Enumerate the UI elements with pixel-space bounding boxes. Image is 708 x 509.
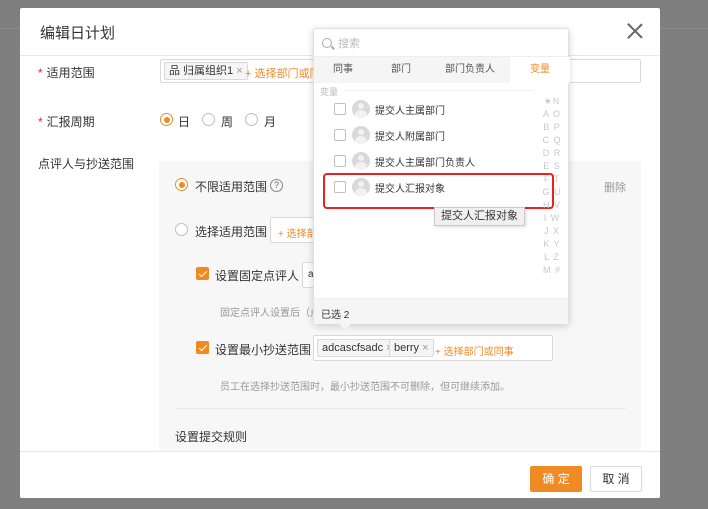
item-label: 提交人主属部门负责人 (375, 158, 475, 169)
search-input[interactable] (338, 35, 558, 53)
item-label: 提交人附属部门 (375, 132, 445, 143)
modal-footer: 确 定 取 消 (20, 451, 660, 498)
alpha-index-letter[interactable]: D R (540, 147, 564, 160)
tab-variables[interactable]: 变量 (510, 57, 570, 83)
item-label: 提交人主属部门 (375, 106, 445, 117)
alpha-index-letter[interactable]: J X (540, 225, 564, 238)
divider (175, 408, 626, 409)
scope-label-text: 适用范围 (46, 66, 95, 80)
fixed-reviewer-label: 设置固定点评人 (215, 269, 300, 283)
modal-title: 编辑日计划 (40, 25, 116, 42)
tab-departments[interactable]: 部门 (372, 57, 430, 83)
alpha-index-letter[interactable]: K Y (540, 238, 564, 251)
item-checkbox[interactable] (334, 155, 346, 167)
help-icon[interactable]: ? (270, 179, 283, 192)
select-scope-radio[interactable] (175, 223, 188, 236)
alpha-index-letter[interactable]: G U (540, 186, 564, 199)
min-cc-input[interactable]: adcascfsadc× berry× + 选择部门或同事 (313, 335, 553, 361)
highlight-box (323, 173, 554, 209)
required-mark: * (38, 66, 43, 80)
period-label-text: 汇报周期 (46, 115, 95, 129)
section-divider (344, 90, 534, 91)
unlimited-scope-label: 不限适用范围 (195, 180, 268, 194)
search-icon (322, 38, 332, 48)
delete-link[interactable]: 删除 (604, 179, 626, 195)
period-radio-week[interactable] (202, 113, 215, 126)
period-option-month: 月 (264, 115, 277, 129)
fixed-reviewer-hint: 固定点评人设置后（点 (220, 308, 320, 319)
period-radio-day[interactable] (160, 113, 173, 126)
item-tooltip: 提交人汇报对象 (434, 207, 525, 226)
alpha-index-letter[interactable]: H V (540, 199, 564, 212)
required-mark: * (38, 115, 43, 129)
cc-tag-label: adcascfsadc (322, 342, 384, 354)
list-item[interactable]: 提交人主属部门负责人 (330, 149, 536, 173)
alpha-index-letter[interactable]: L Z (540, 251, 564, 264)
alpha-index-letter[interactable]: C Q (540, 134, 564, 147)
tab-colleagues[interactable]: 同事 (314, 57, 372, 83)
avatar-icon (352, 100, 370, 118)
item-checkbox[interactable] (334, 103, 346, 115)
cc-tag: berry × (389, 339, 434, 357)
picker-tabs: 同事 部门 部门负责人 变量 (314, 57, 570, 83)
close-icon[interactable] (624, 20, 646, 42)
min-cc-label: 设置最小抄送范围 (215, 343, 312, 357)
alpha-index-letter[interactable]: ★N (540, 95, 564, 108)
picker-search (322, 35, 562, 55)
unlimited-scope-radio[interactable] (175, 178, 188, 191)
avatar-icon (352, 152, 370, 170)
tag-remove-icon[interactable]: × (422, 342, 428, 354)
submit-rules-label: 设置提交规则 (175, 430, 248, 444)
cc-add-link[interactable]: + 选择部门或同事 (435, 343, 514, 358)
cc-tag: adcascfsadc× (317, 339, 398, 357)
tab-department-heads[interactable]: 部门负责人 (430, 57, 510, 83)
tag-remove-icon[interactable]: × (236, 65, 242, 77)
member-picker-dropdown: 同事 部门 部门负责人 变量 变量 提交人主属部门 提交人附属部门 提交人主属部… (313, 28, 570, 331)
period-label: * 汇报周期 (38, 113, 95, 130)
cancel-button[interactable]: 取 消 (590, 466, 642, 492)
alpha-index-letter[interactable]: M # (540, 264, 564, 277)
fixed-reviewer-checkbox[interactable] (196, 267, 209, 280)
min-cc-checkbox[interactable] (196, 341, 209, 354)
cc-hint: 员工在选择抄送范围时，最小抄送范围不可删除，但可继续添加。 (220, 382, 510, 393)
alpha-index-letter[interactable]: B P (540, 121, 564, 134)
alpha-index-letter[interactable]: F T (540, 173, 564, 186)
avatar-icon (352, 126, 370, 144)
picker-footer: 已选 2 (314, 298, 568, 324)
ok-button[interactable]: 确 定 (530, 466, 582, 492)
alpha-index-letter[interactable]: E S (540, 160, 564, 173)
alpha-index-letter[interactable]: A O (540, 108, 564, 121)
cc-tag-label: berry (394, 342, 420, 354)
alpha-index-letter[interactable]: I W (540, 212, 564, 225)
scope-tag-label: 品 归属组织1 (169, 65, 234, 77)
scope-tag: 品 归属组织1 × (164, 62, 248, 80)
select-scope-label: 选择适用范围 (195, 225, 268, 239)
scope-label: * 适用范围 (38, 64, 95, 81)
list-item[interactable]: 提交人附属部门 (330, 123, 536, 147)
period-option-day: 日 (178, 115, 191, 129)
period-option-week: 周 (221, 115, 234, 129)
period-radio-month[interactable] (245, 113, 258, 126)
reviewer-label: 点评人与抄送范围 (38, 157, 135, 171)
item-checkbox[interactable] (334, 129, 346, 141)
list-item[interactable]: 提交人主属部门 (330, 97, 536, 121)
